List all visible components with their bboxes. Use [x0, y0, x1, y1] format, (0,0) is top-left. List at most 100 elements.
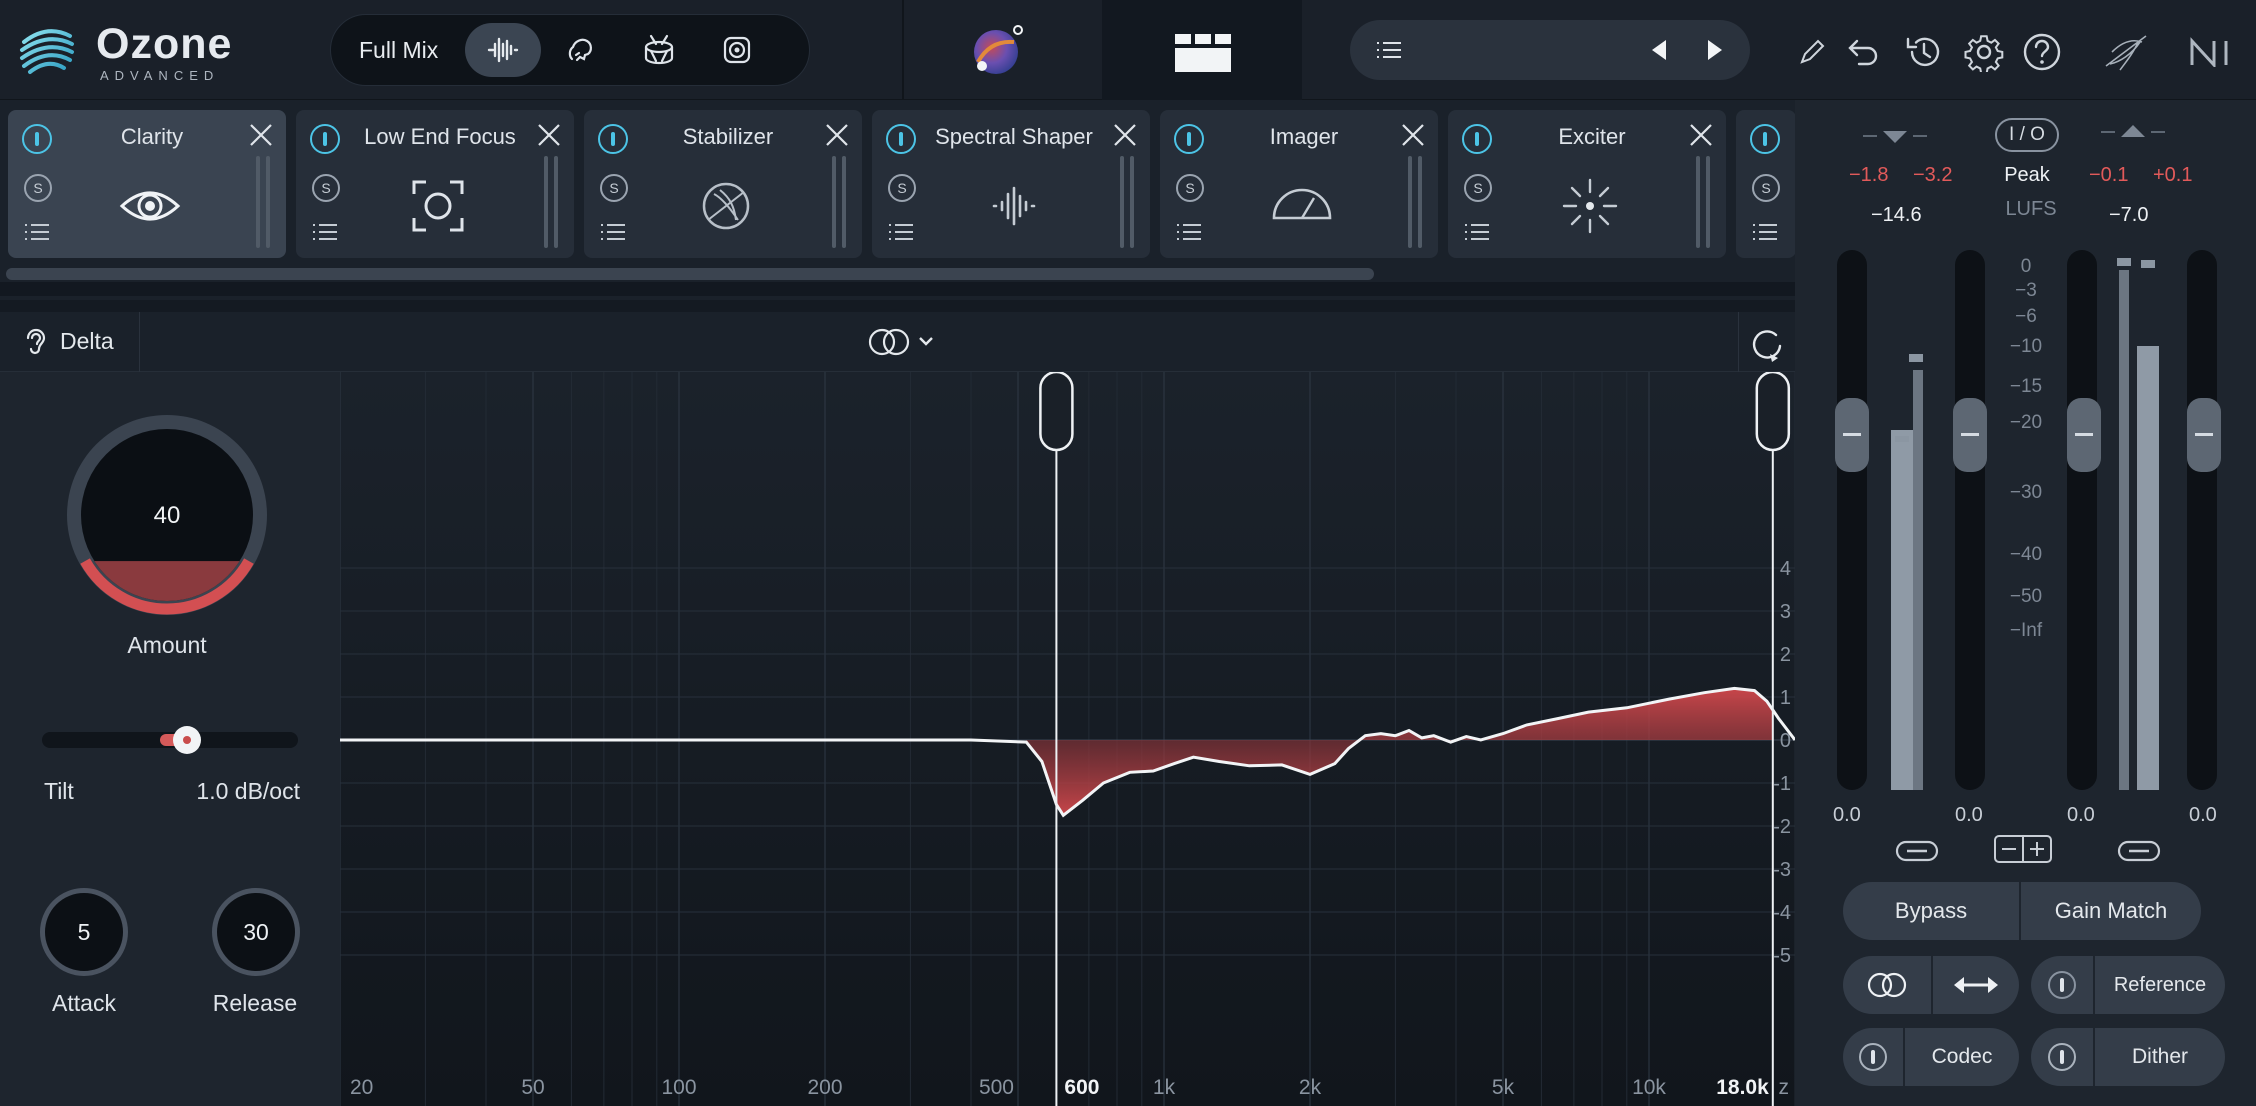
eye-icon — [119, 191, 181, 221]
module-power-button[interactable] — [1750, 124, 1780, 154]
close-icon[interactable] — [248, 122, 274, 148]
tilt-curve-display[interactable]: 600 18.0k 4 3 2 1 0 -1 -2 -3 -4 -5 20 50 100 200 500 1k… — [340, 372, 1795, 1106]
amount-value: 40 — [153, 502, 181, 529]
help-button[interactable] — [2020, 30, 2064, 74]
module-solo-button[interactable]: S — [1752, 174, 1780, 202]
module-view-icon[interactable] — [1175, 34, 1231, 72]
io-link-button[interactable]: I / O — [1995, 118, 2059, 152]
module-menu-icon[interactable] — [1176, 222, 1202, 242]
module-solo-button[interactable]: S — [312, 174, 340, 202]
module-menu-icon[interactable] — [600, 222, 626, 242]
codec-power-button[interactable] — [1843, 1028, 1903, 1086]
module-menu-icon[interactable] — [888, 222, 914, 242]
module-spectral-shaper[interactable]: S Spectral Shaper — [872, 110, 1150, 258]
dither-button[interactable]: Dither — [2095, 1028, 2225, 1086]
native-instruments-button[interactable] — [2186, 30, 2242, 74]
module-solo-button[interactable]: S — [1176, 174, 1204, 202]
band-handle-frequency[interactable]: 600 — [1064, 1076, 1099, 1099]
input-gain-fader-right[interactable] — [1953, 398, 1987, 472]
offset-stepper-icon[interactable] — [1993, 834, 2053, 864]
module-solo-button[interactable]: S — [1464, 174, 1492, 202]
module-stabilizer[interactable]: S Stabilizer — [584, 110, 862, 258]
ozone-logo-icon — [20, 29, 74, 74]
stereo-mode-dropdown[interactable] — [866, 324, 946, 360]
output-level-meter — [2103, 250, 2163, 790]
history-button[interactable] — [1902, 30, 1946, 74]
db-tick-label: -1 — [1773, 773, 1791, 795]
preset-list-icon[interactable] — [1376, 40, 1402, 60]
module-power-button[interactable] — [22, 124, 52, 154]
module-solo-button[interactable]: S — [24, 174, 52, 202]
module-power-button[interactable] — [1462, 124, 1492, 154]
delta-button[interactable]: Delta — [0, 312, 140, 372]
band-handle-grip[interactable] — [1755, 372, 1791, 452]
band-handle-grip[interactable] — [1039, 372, 1074, 452]
amount-label: Amount — [127, 632, 207, 658]
edit-button[interactable] — [1790, 30, 1834, 74]
output-peak-hold-left — [2117, 258, 2131, 266]
module-clarity[interactable]: S Clarity — [8, 110, 286, 258]
module-low-end-focus[interactable]: S Low End Focus — [296, 110, 574, 258]
output-gain-fader-right[interactable] — [2187, 398, 2221, 472]
spectrum-graph[interactable]: 600 18.0k 4 3 2 1 0 -1 -2 -3 -4 -5 20 50 100 200 500 1k… — [340, 372, 1795, 1106]
help-icon — [2023, 33, 2061, 71]
close-icon[interactable] — [824, 122, 850, 148]
module-menu-icon[interactable] — [1752, 222, 1778, 242]
output-gain-left-value[interactable]: 0.0 — [2067, 804, 2095, 827]
settings-button[interactable] — [1962, 30, 2006, 74]
module-power-button[interactable] — [886, 124, 916, 154]
module-power-button[interactable] — [598, 124, 628, 154]
bypass-button[interactable]: Bypass — [1843, 882, 2019, 940]
output-gain-triangle-icon[interactable] — [2101, 122, 2165, 138]
module-name: Clarity — [120, 124, 184, 149]
module-power-button[interactable] — [310, 124, 340, 154]
release-knob[interactable]: 30 — [212, 888, 300, 976]
bass-mode-button[interactable] — [699, 23, 775, 77]
preset-browser[interactable] — [1350, 20, 1750, 80]
output-gain-right-value[interactable]: 0.0 — [2189, 804, 2217, 827]
drum-mode-button[interactable] — [621, 23, 697, 77]
dither-power-button[interactable] — [2031, 1028, 2093, 1086]
attack-knob[interactable]: 5 — [40, 888, 128, 976]
vocal-mode-button[interactable] — [543, 23, 619, 77]
close-icon[interactable] — [1112, 122, 1138, 148]
reference-power-button[interactable] — [2031, 956, 2093, 1014]
input-gain-fader-left[interactable] — [1835, 398, 1869, 472]
module-solo-button[interactable]: S — [600, 174, 628, 202]
reset-button[interactable] — [1748, 324, 1788, 364]
module-exciter[interactable]: S Exciter — [1448, 110, 1726, 258]
full-mix-button[interactable] — [465, 23, 541, 77]
close-icon[interactable] — [1688, 122, 1714, 148]
stereo-mode-button[interactable] — [1843, 956, 1931, 1014]
input-gain-left-value[interactable]: 0.0 — [1833, 804, 1861, 827]
output-gain-fader-left[interactable] — [2067, 398, 2101, 472]
close-icon[interactable] — [536, 122, 562, 148]
module-menu-icon[interactable] — [1464, 222, 1490, 242]
module-next-partial[interactable]: S — [1736, 110, 1796, 258]
module-solo-button[interactable]: S — [888, 174, 916, 202]
next-preset-icon[interactable] — [1704, 38, 1726, 62]
close-icon[interactable] — [1400, 122, 1426, 148]
previous-preset-icon[interactable] — [1648, 38, 1670, 62]
master-assistant-orb-icon[interactable] — [970, 22, 1026, 78]
band-handle-frequency[interactable]: 18.0k — [1716, 1076, 1769, 1099]
module-imager[interactable]: S Imager — [1160, 110, 1438, 258]
module-power-button[interactable] — [1174, 124, 1204, 154]
input-link-icon[interactable] — [1895, 838, 1939, 864]
tilt-slider-thumb[interactable] — [173, 726, 201, 754]
meter-mode-label[interactable]: Peak — [1995, 164, 2059, 187]
undo-button[interactable] — [1842, 30, 1886, 74]
reference-button[interactable]: Reference — [2095, 956, 2225, 1014]
output-link-icon[interactable] — [2117, 838, 2161, 864]
gain-match-button[interactable]: Gain Match — [2021, 882, 2201, 940]
izotope-logo-button[interactable] — [2100, 30, 2154, 74]
swap-channels-button[interactable] — [1933, 956, 2019, 1014]
frequency-tick-label: 100 — [661, 1076, 696, 1099]
module-menu-icon[interactable] — [312, 222, 338, 242]
input-gain-right-value[interactable]: 0.0 — [1955, 804, 1983, 827]
ozone-logo[interactable]: Ozone ADVANCED — [18, 18, 231, 84]
codec-button[interactable]: Codec — [1905, 1028, 2019, 1086]
module-menu-icon[interactable] — [24, 222, 50, 242]
input-gain-triangle-icon[interactable] — [1863, 128, 1927, 144]
module-chain-scrollbar[interactable] — [6, 268, 1374, 280]
